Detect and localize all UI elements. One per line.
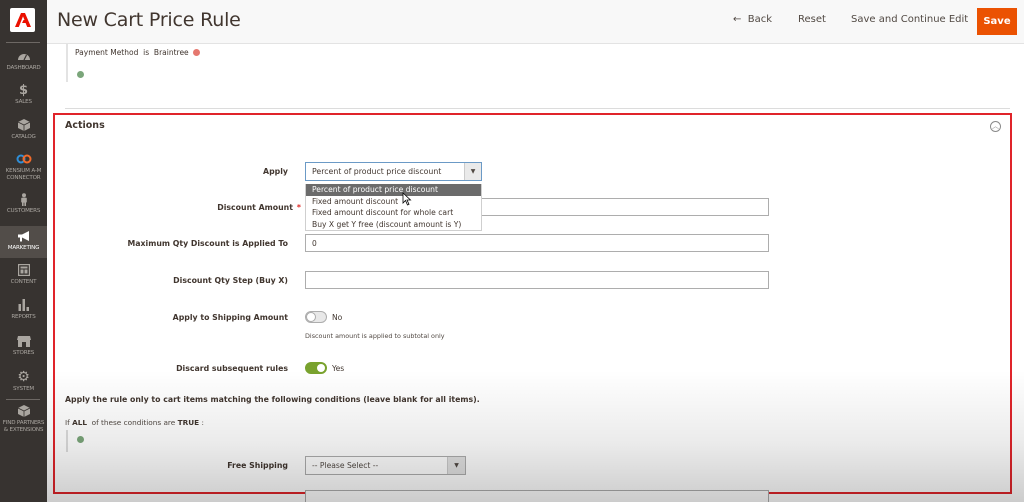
sidebar-item-sales[interactable]: $ SALES (0, 83, 47, 113)
sidebar-item-reports[interactable]: REPORTS (0, 298, 47, 328)
chevron-down-icon: ▼ (464, 163, 481, 180)
discard-rules-label: Discard subsequent rules (176, 364, 288, 373)
bar-chart-icon (18, 298, 30, 312)
box-icon (17, 118, 30, 132)
section-divider (65, 108, 1010, 109)
apply-label: Apply (263, 167, 288, 176)
max-qty-input[interactable]: 0 (305, 234, 769, 252)
free-shipping-select[interactable]: -- Please Select -- ▼ (305, 456, 466, 475)
qty-step-label: Discount Qty Step (Buy X) (173, 276, 288, 285)
apply-select-value: Percent of product price discount (312, 167, 442, 176)
gear-icon: ⚙ (17, 369, 30, 385)
page-header: New Cart Price Rule ← Back Reset Save an… (47, 0, 1024, 44)
reset-button[interactable]: Reset (798, 14, 826, 25)
sidebar-item-label: & EXTENSIONS (3, 426, 44, 433)
save-button[interactable]: Save (977, 8, 1017, 35)
apply-shipping-toggle[interactable] (305, 311, 327, 323)
toggle-knob (316, 363, 326, 373)
dropdown-option[interactable]: Buy X get Y free (discount amount is Y) (306, 219, 481, 231)
mouse-cursor-icon (402, 192, 412, 206)
admin-sidebar: DASHBOARD $ SALES CATALOG KENSIUM A-M CON… (0, 0, 47, 502)
conditions-aggregator: If ALL of these conditions are TRUE : (65, 418, 204, 427)
remove-condition-icon[interactable] (193, 49, 201, 56)
sidebar-item-dashboard[interactable]: DASHBOARD (0, 49, 47, 79)
collapse-icon[interactable]: ︿ (990, 121, 1001, 132)
actions-section-title[interactable]: Actions (65, 120, 105, 131)
if-suffix: : (201, 418, 204, 427)
sidebar-divider (6, 399, 40, 400)
value-select[interactable]: TRUE (178, 418, 200, 427)
sidebar-item-system[interactable]: ⚙ SYSTEM (0, 369, 47, 400)
dollar-icon: $ (18, 82, 29, 98)
actions-conditions-description: Apply the rule only to cart items matchi… (65, 395, 480, 404)
if-middle: of these conditions are (91, 418, 176, 427)
sidebar-divider (6, 42, 40, 43)
dropdown-option[interactable]: Percent of product price discount (306, 184, 481, 196)
adobe-logo-icon (14, 13, 31, 27)
sidebar-item-label: FIND PARTNERS (2, 420, 45, 426)
sidebar-item-find-partners[interactable]: FIND PARTNERS & EXTENSIONS (0, 404, 47, 440)
toggle-knob (306, 312, 316, 322)
apply-shipping-note: Discount amount is applied to subtotal o… (305, 332, 445, 340)
next-field-input[interactable] (305, 490, 769, 502)
condition-value[interactable]: Braintree (154, 48, 189, 57)
arrow-left-icon: ← (733, 14, 742, 25)
back-button[interactable]: ← Back (733, 14, 772, 25)
sidebar-item-label: KENSIUM A-M (5, 168, 42, 174)
apply-select[interactable]: Percent of product price discount ▼ (305, 162, 482, 181)
apply-shipping-label: Apply to Shipping Amount (172, 313, 288, 322)
sidebar-item-customers[interactable]: CUSTOMERS (0, 192, 47, 222)
condition-attribute[interactable]: Payment Method (75, 48, 138, 57)
save-and-continue-button[interactable]: Save and Continue Edit (851, 14, 968, 25)
actions-highlight-frame (53, 113, 1012, 494)
sidebar-item-marketing[interactable]: MARKETING (0, 226, 47, 258)
discount-amount-label-text: Discount Amount (217, 203, 293, 212)
storefront-icon (16, 334, 31, 348)
back-label: Back (747, 14, 773, 25)
if-prefix: If (65, 418, 70, 427)
conditions-tree-line (66, 44, 68, 82)
free-shipping-value: -- Please Select -- (312, 461, 379, 470)
sidebar-item-content[interactable]: CONTENT (0, 263, 47, 293)
discount-amount-label: Discount Amount * (217, 203, 301, 212)
add-condition-icon[interactable] (77, 71, 84, 78)
max-qty-label: Maximum Qty Discount is Applied To (127, 239, 289, 248)
discard-rules-state: Yes (332, 364, 345, 373)
megaphone-icon (17, 229, 31, 243)
speedometer-icon (17, 49, 31, 63)
required-mark: * (296, 203, 301, 212)
adobe-logo[interactable] (10, 8, 35, 32)
layout-icon (17, 263, 30, 277)
person-icon (20, 192, 28, 206)
add-condition-icon[interactable] (77, 436, 84, 443)
free-shipping-label: Free Shipping (227, 461, 288, 470)
qty-step-input[interactable] (305, 271, 769, 289)
condition-operator[interactable]: is (143, 48, 149, 57)
discard-rules-toggle[interactable] (305, 362, 327, 374)
apply-shipping-state: No (332, 313, 343, 322)
sidebar-item-stores[interactable]: STORES (0, 334, 47, 364)
sidebar-item-kensium-connector[interactable]: KENSIUM A-M CONNECTOR (0, 152, 47, 188)
aggregator-select[interactable]: ALL (72, 418, 87, 427)
condition-row: Payment Method is Braintree (75, 48, 201, 57)
dropdown-option[interactable]: Fixed amount discount (306, 196, 481, 208)
dropdown-option[interactable]: Fixed amount discount for whole cart (306, 207, 481, 219)
apply-dropdown-list: Percent of product price discount Fixed … (305, 184, 482, 231)
chevron-down-icon: ▼ (447, 457, 465, 474)
cube-icon (17, 404, 30, 418)
conditions-tree-line (66, 430, 68, 452)
page-title: New Cart Price Rule (57, 9, 241, 31)
connector-icon (16, 152, 32, 166)
sidebar-item-label: CONNECTOR (6, 174, 41, 181)
sidebar-item-catalog[interactable]: CATALOG (0, 118, 47, 148)
